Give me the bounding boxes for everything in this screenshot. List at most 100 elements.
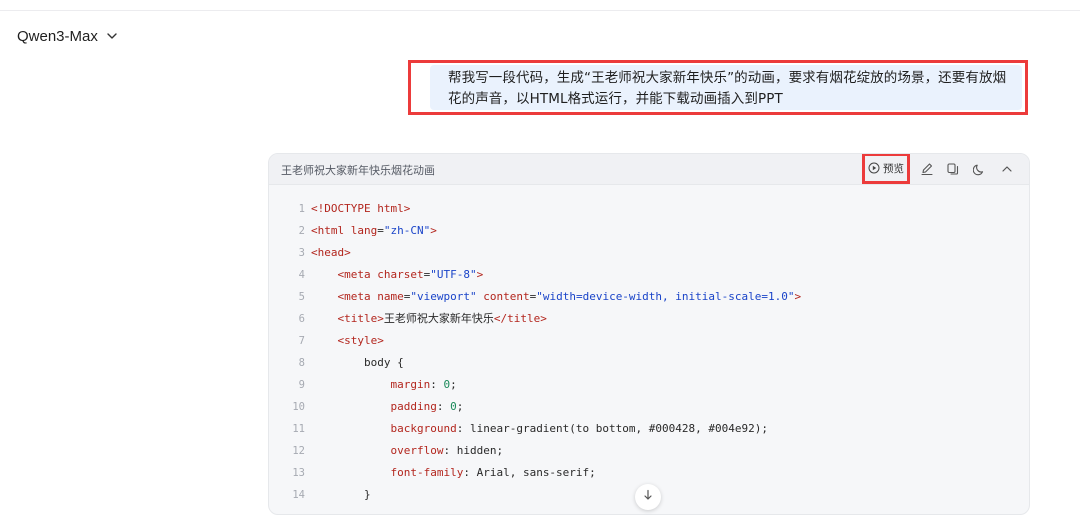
code-token: <head> (311, 246, 351, 259)
code-line: 7 <style> (269, 330, 1029, 352)
code-token: : (430, 378, 444, 391)
code-token: <meta (337, 290, 378, 303)
code-token: <style> (337, 334, 384, 347)
edit-icon[interactable] (920, 162, 934, 176)
code-token: "UTF-8" (430, 268, 477, 281)
code-line: 2 <html lang="zh-CN"> (269, 220, 1029, 242)
code-line: 3 <head> (269, 242, 1029, 264)
code-text: body { (311, 352, 404, 374)
code-text: padding: 0; (311, 396, 463, 418)
code-token: body { (311, 356, 404, 369)
code-token: <html (311, 224, 351, 237)
code-token: name (377, 290, 404, 303)
line-number: 5 (298, 291, 305, 303)
code-text: overflow: hidden; (311, 440, 503, 462)
theme-moon-icon[interactable] (973, 162, 987, 176)
code-token: > (794, 290, 802, 303)
code-token: lang (350, 224, 378, 237)
code-token: <title> (337, 312, 384, 325)
code-text: } (311, 484, 371, 506)
code-token: = (377, 224, 384, 237)
code-token: "zh-CN" (383, 224, 431, 237)
model-name: Qwen3-Max (17, 27, 98, 45)
code-token: 王老师祝大家新年快乐 (383, 312, 494, 325)
code-token: background (390, 422, 457, 435)
code-token: : hidden; (443, 444, 504, 457)
preview-button[interactable]: 预览 (862, 154, 910, 184)
model-selector[interactable]: Qwen3-Max (17, 25, 118, 47)
code-token: <meta (337, 268, 378, 281)
code-text: <meta name="viewport" content="width=dev… (311, 286, 802, 308)
code-token: > (476, 268, 484, 281)
code-line: 4 <meta charset="UTF-8"> (269, 264, 1029, 286)
line-number: 7 (298, 335, 305, 347)
line-number: 8 (298, 357, 305, 369)
code-token: </title> (493, 312, 547, 325)
code-line: 10 padding: 0; (269, 396, 1029, 418)
code-line: 12 overflow: hidden; (269, 440, 1029, 462)
code-line: 11 background: linear-gradient(to bottom… (269, 418, 1029, 440)
code-token: <!DOCTYPE html> (311, 202, 411, 215)
line-number: 3 (298, 247, 305, 259)
code-line: 5 <meta name="viewport" content="width=d… (269, 286, 1029, 308)
code-line: 13 font-family: Arial, sans-serif; (269, 462, 1029, 484)
code-token: : Arial, sans-serif; (463, 466, 596, 479)
code-token: margin (390, 378, 431, 391)
user-message-text: 帮我写一段代码，生成“王老师祝大家新年快乐”的动画，要求有烟花绽放的场景，还要有… (448, 70, 1007, 107)
line-number: 1 (298, 203, 305, 215)
code-text: font-family: Arial, sans-serif; (311, 462, 596, 484)
copy-icon[interactable] (946, 162, 960, 176)
code-text: <title>王老师祝大家新年快乐</title> (311, 308, 547, 330)
line-number: 6 (298, 313, 305, 325)
preview-button-label: 预览 (883, 163, 904, 175)
collapse-chevron-up-icon[interactable] (1000, 162, 1014, 176)
code-token: content (483, 290, 530, 303)
code-text: <meta charset="UTF-8"> (311, 264, 484, 286)
line-number: 11 (292, 423, 305, 435)
code-line: 9 margin: 0; (269, 374, 1029, 396)
code-token: padding (390, 400, 437, 413)
code-token: ; (456, 400, 464, 413)
code-token: "viewport" (410, 290, 477, 303)
top-divider (0, 10, 1080, 11)
chevron-down-icon (106, 27, 118, 46)
line-number: 9 (298, 379, 305, 391)
code-token: font-family (390, 466, 464, 479)
code-text: <!DOCTYPE html> (311, 198, 410, 220)
code-text: <html lang="zh-CN"> (311, 220, 437, 242)
code-token: ; (450, 378, 457, 391)
code-block-header: 王老师祝大家新年快乐烟花动画 预览 (269, 154, 1029, 185)
code-token: : (436, 400, 451, 413)
code-text: background: linear-gradient(to bottom, #… (311, 418, 768, 440)
code-block-title: 王老师祝大家新年快乐烟花动画 (281, 164, 435, 177)
code-line: 1 <!DOCTYPE html> (269, 198, 1029, 220)
scroll-to-bottom-button[interactable] (635, 484, 661, 510)
code-block: 王老师祝大家新年快乐烟花动画 预览 1 <!DOCTYPE html> 2 <html… (268, 153, 1030, 515)
code-text: <head> (311, 242, 351, 264)
line-number: 12 (292, 445, 305, 457)
line-number: 13 (292, 467, 305, 479)
line-number: 10 (292, 401, 305, 413)
code-token: } (311, 488, 371, 501)
code-text: <style> (311, 330, 384, 352)
code-text: margin: 0; (311, 374, 457, 396)
code-token: overflow (390, 444, 444, 457)
code-token: 0 (450, 400, 457, 413)
user-message-highlight: 帮我写一段代码，生成“王老师祝大家新年快乐”的动画，要求有烟花绽放的场景，还要有… (408, 60, 1028, 115)
code-token: "width=device-width, initial-scale=1.0" (536, 290, 795, 303)
code-token: : linear-gradient(to bottom, #000428, #0… (456, 422, 768, 435)
code-token: > (430, 224, 437, 237)
code-line: 8 body { (269, 352, 1029, 374)
user-message-bubble: 帮我写一段代码，生成“王老师祝大家新年快乐”的动画，要求有烟花绽放的场景，还要有… (430, 65, 1022, 110)
code-token: charset (377, 268, 424, 281)
code-line: 6 <title>王老师祝大家新年快乐</title> (269, 308, 1029, 330)
code-content[interactable]: 1 <!DOCTYPE html> 2 <html lang="zh-CN"> 3 <he… (269, 198, 1029, 506)
